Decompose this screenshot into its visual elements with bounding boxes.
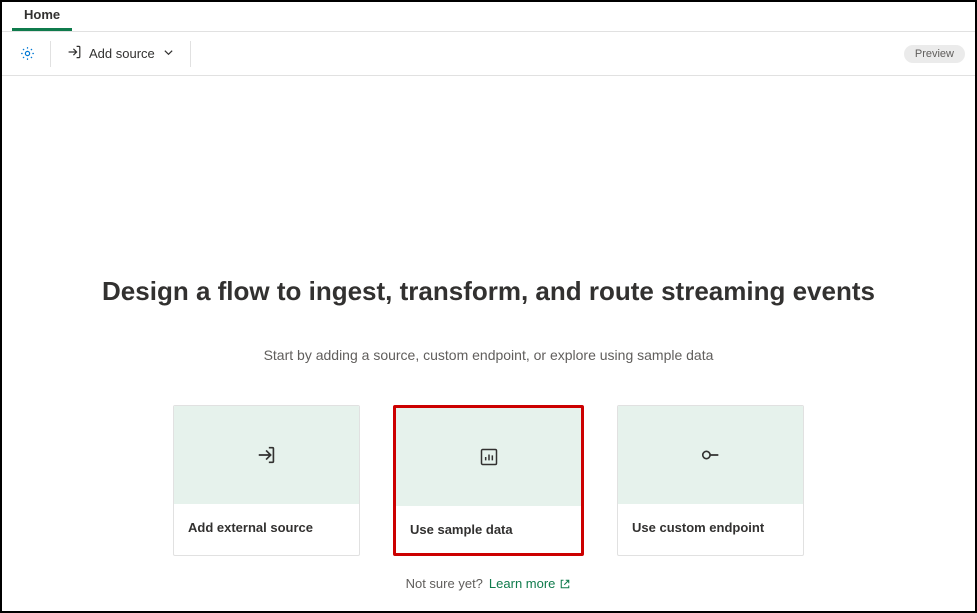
card-add-external-source[interactable]: Add external source <box>173 405 360 556</box>
card-use-custom-endpoint[interactable]: Use custom endpoint <box>617 405 804 556</box>
toolbar-divider <box>50 41 51 67</box>
settings-button[interactable] <box>12 39 42 69</box>
preview-badge-text: Preview <box>915 48 954 60</box>
learn-more-text: Learn more <box>489 576 555 591</box>
footer-prefix: Not sure yet? <box>406 576 483 591</box>
main-content: Design a flow to ingest, transform, and … <box>2 76 975 591</box>
chart-icon <box>479 447 499 467</box>
card-label: Use sample data <box>396 506 581 553</box>
footer-text: Not sure yet? Learn more <box>406 576 572 591</box>
card-icon-area <box>618 406 803 504</box>
card-icon-area <box>174 406 359 504</box>
cards-row: Add external source Use sample data Use … <box>173 405 804 556</box>
add-source-button[interactable]: Add source <box>59 40 182 67</box>
endpoint-icon <box>700 444 722 466</box>
tab-label: Home <box>24 7 60 22</box>
tab-home[interactable]: Home <box>12 2 72 31</box>
preview-badge: Preview <box>904 45 965 63</box>
add-source-label: Add source <box>89 46 155 61</box>
enter-icon <box>67 44 83 63</box>
card-label: Use custom endpoint <box>618 504 803 551</box>
card-label: Add external source <box>174 504 359 551</box>
tab-bar: Home <box>2 2 975 32</box>
chevron-down-icon <box>163 46 174 61</box>
gear-icon <box>19 45 36 62</box>
toolbar-divider <box>190 41 191 67</box>
page-heading: Design a flow to ingest, transform, and … <box>102 276 875 307</box>
learn-more-link[interactable]: Learn more <box>489 576 571 591</box>
enter-icon <box>256 444 278 466</box>
toolbar: Add source Preview <box>2 32 975 76</box>
external-link-icon <box>559 578 571 590</box>
card-icon-area <box>396 408 581 506</box>
card-use-sample-data[interactable]: Use sample data <box>393 405 584 556</box>
page-subtitle: Start by adding a source, custom endpoin… <box>264 347 714 363</box>
